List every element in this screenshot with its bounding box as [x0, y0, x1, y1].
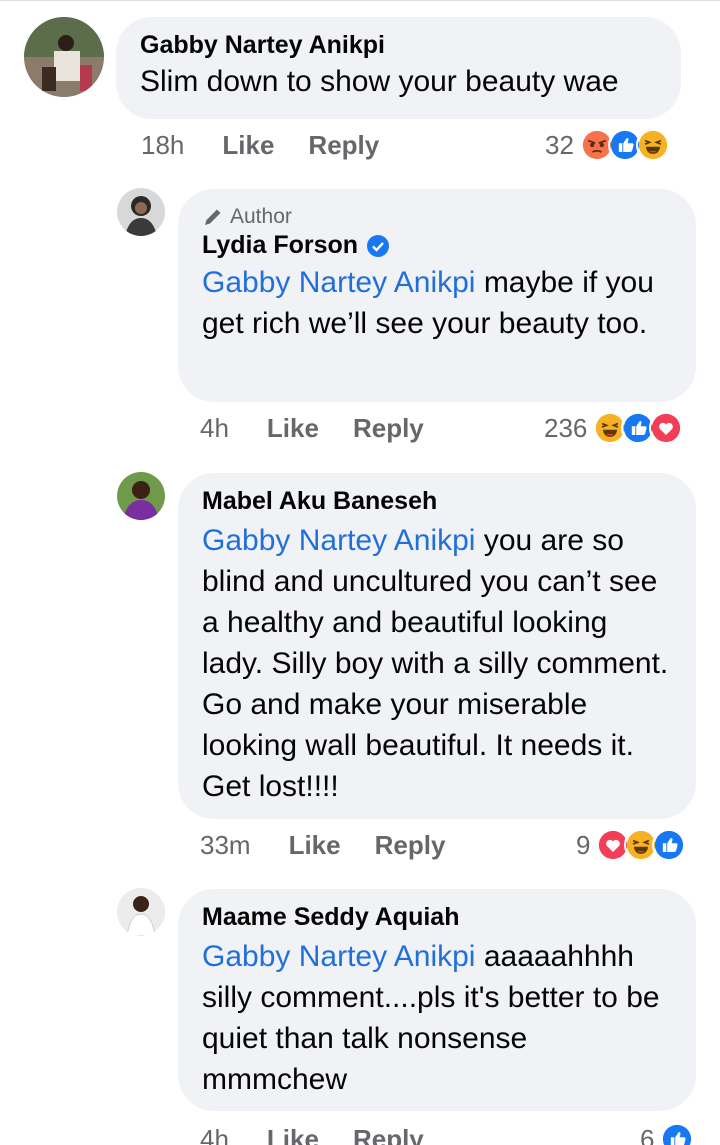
- avatar-photo: [117, 472, 165, 520]
- top-divider: [0, 0, 720, 4]
- comment-actions: 18h Like Reply: [141, 130, 413, 161]
- like-icon: [652, 828, 687, 862]
- love-icon: [649, 411, 684, 445]
- commenter-name[interactable]: Gabby Nartey Anikpi: [140, 31, 385, 60]
- reply-button[interactable]: Reply: [308, 130, 379, 161]
- comment-actions: 4h Like Reply: [200, 1124, 458, 1145]
- author-label: Author: [230, 205, 292, 228]
- mention-link[interactable]: Gabby Nartey Anikpi: [202, 266, 475, 299]
- avatar[interactable]: [24, 17, 104, 97]
- haha-icon: [635, 128, 670, 162]
- comment-text: Slim down to show your beauty wae: [140, 65, 619, 98]
- reply-button[interactable]: Reply: [353, 1124, 424, 1145]
- avatar-photo: [117, 188, 165, 236]
- like-button[interactable]: Like: [289, 830, 341, 861]
- reaction-summary[interactable]: 6: [640, 1122, 695, 1145]
- author-badge: Author: [202, 205, 672, 229]
- comment-timestamp[interactable]: 4h: [200, 413, 229, 444]
- avatar[interactable]: [117, 472, 165, 520]
- comment-bubble: Maame Seddy Aquiah Gabby Nartey Anikpi a…: [178, 889, 696, 1111]
- comment-actions: 4h Like Reply: [200, 413, 458, 444]
- comment-timestamp[interactable]: 33m: [200, 830, 251, 861]
- comment-bubble: Author Lydia Forson Gabby Nartey Anikpi …: [178, 189, 696, 402]
- like-button[interactable]: Like: [222, 130, 274, 161]
- pen-icon: [205, 209, 221, 225]
- comment-actions: 33m Like Reply: [200, 830, 479, 861]
- avatar-photo: [24, 17, 104, 97]
- comment-timestamp[interactable]: 4h: [200, 1124, 229, 1145]
- like-button[interactable]: Like: [267, 413, 319, 444]
- comment-text: Gabby Nartey Anikpi maybe if you get ric…: [202, 262, 672, 344]
- avatar[interactable]: [117, 888, 165, 936]
- reaction-count: 32: [545, 129, 574, 160]
- mention-link[interactable]: Gabby Nartey Anikpi: [202, 524, 475, 557]
- reaction-summary[interactable]: 9: [576, 828, 687, 862]
- reaction-summary[interactable]: 236: [544, 411, 684, 445]
- like-icon: [660, 1122, 695, 1145]
- comment-text: Gabby Nartey Anikpi you are so blind and…: [202, 520, 672, 807]
- reaction-summary[interactable]: 32: [545, 128, 670, 162]
- comment-bubble: Mabel Aku Baneseh Gabby Nartey Anikpi yo…: [178, 473, 696, 819]
- commenter-name[interactable]: Mabel Aku Baneseh: [202, 487, 437, 516]
- reply-button[interactable]: Reply: [375, 830, 446, 861]
- reply-button[interactable]: Reply: [353, 413, 424, 444]
- like-button[interactable]: Like: [267, 1124, 319, 1145]
- commenter-name[interactable]: Maame Seddy Aquiah: [202, 903, 459, 932]
- comment-timestamp[interactable]: 18h: [141, 130, 184, 161]
- comment-text: Gabby Nartey Anikpi aaaaahhhh silly comm…: [202, 936, 672, 1100]
- avatar[interactable]: [117, 188, 165, 236]
- comment-body: you are so blind and uncultured you can’…: [202, 524, 669, 803]
- commenter-name[interactable]: Lydia Forson: [202, 231, 358, 260]
- reaction-count: 236: [544, 412, 588, 443]
- avatar-photo: [117, 888, 165, 936]
- mention-link[interactable]: Gabby Nartey Anikpi: [202, 940, 475, 973]
- comment-bubble: Gabby Nartey Anikpi Slim down to show yo…: [116, 17, 681, 119]
- verified-badge-icon: [367, 234, 390, 257]
- reaction-count: 6: [640, 1123, 655, 1145]
- reaction-count: 9: [576, 829, 591, 860]
